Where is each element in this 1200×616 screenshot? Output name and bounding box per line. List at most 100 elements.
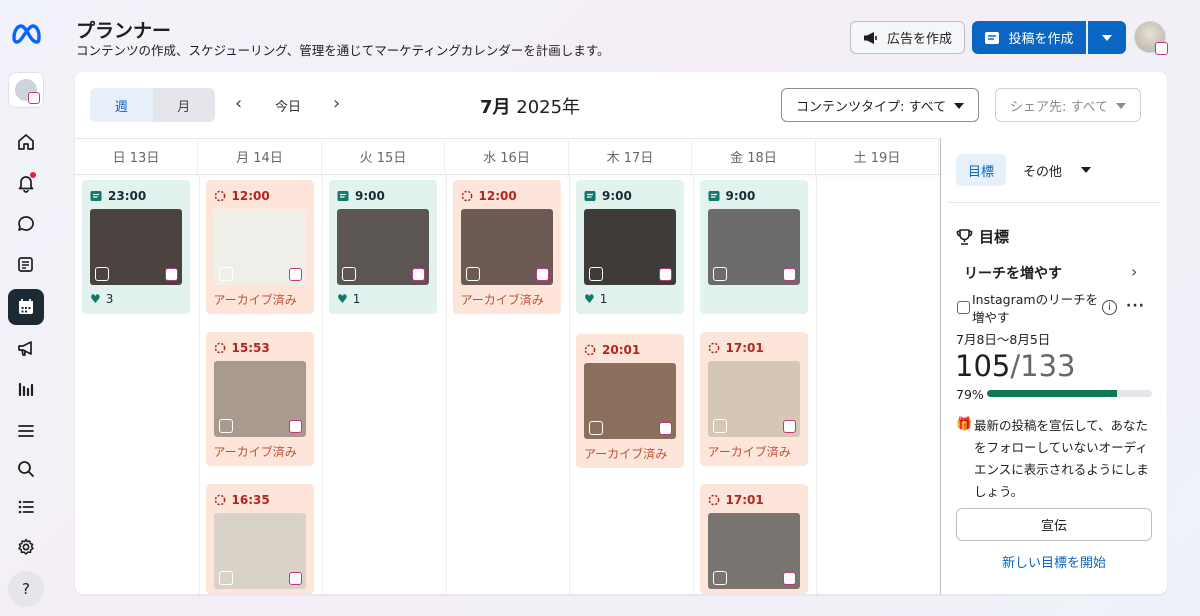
post-icon bbox=[337, 191, 349, 201]
column-line bbox=[569, 174, 570, 594]
archived-icon bbox=[708, 342, 719, 354]
post-status: アーカイブ済み bbox=[707, 445, 791, 459]
start-new-goal-link[interactable]: 新しい目標を開始 bbox=[956, 552, 1152, 571]
scheduled-post[interactable]: 16:35 bbox=[205, 484, 314, 594]
post-time-label: 16:35 bbox=[231, 493, 270, 507]
post-time-label: 17:01 bbox=[725, 493, 764, 507]
previous-week-icon[interactable]: ‹ bbox=[235, 95, 245, 113]
day-header: 火 15日 bbox=[322, 138, 445, 174]
post-thumbnail[interactable] bbox=[213, 513, 306, 589]
scheduled-post[interactable]: 20:01 アーカイブ済み bbox=[576, 334, 684, 468]
instagram-icon bbox=[782, 268, 796, 281]
scheduled-post[interactable]: 17:01 アーカイブ済み bbox=[699, 332, 808, 466]
profile-avatar[interactable] bbox=[1134, 21, 1168, 55]
tab-other[interactable]: その他 bbox=[1023, 154, 1093, 186]
account-switcher[interactable] bbox=[8, 72, 44, 108]
goal-heading: 目標 bbox=[956, 226, 1009, 247]
next-week-icon[interactable]: › bbox=[333, 95, 343, 113]
panel-divider bbox=[940, 138, 941, 594]
likes-count: 1 bbox=[599, 292, 608, 306]
chevron-down-icon bbox=[954, 103, 964, 109]
likes-count: 3 bbox=[105, 292, 114, 306]
tab-goals[interactable]: 目標 bbox=[956, 154, 1006, 186]
bell-icon[interactable] bbox=[8, 165, 44, 201]
post-time-label: 12:00 bbox=[478, 189, 517, 203]
header-divider bbox=[75, 174, 941, 175]
gear-icon[interactable] bbox=[8, 529, 44, 565]
content-type-filter[interactable]: コンテンツタイプ: すべて bbox=[781, 88, 979, 122]
post-time-label: 9:00 bbox=[355, 189, 385, 203]
carousel-icon bbox=[712, 571, 727, 585]
post-thumbnail[interactable] bbox=[707, 209, 800, 285]
content-icon[interactable] bbox=[8, 247, 44, 283]
home-icon[interactable] bbox=[8, 124, 44, 160]
page-title: プランナー bbox=[76, 20, 172, 42]
post-thumbnail[interactable] bbox=[584, 209, 676, 285]
instagram-icon bbox=[288, 268, 302, 281]
goal-heading-label: 目標 bbox=[979, 228, 1010, 246]
goal-dates: 7月8日〜8月5日 bbox=[956, 332, 1051, 347]
instagram-icon bbox=[957, 301, 970, 314]
scheduled-post[interactable]: 12:00 アーカイブ済み bbox=[452, 180, 561, 314]
search-icon[interactable] bbox=[8, 451, 44, 487]
post-thumbnail[interactable] bbox=[213, 361, 306, 437]
instagram-icon bbox=[165, 268, 178, 281]
info-icon[interactable]: i bbox=[1102, 300, 1117, 315]
menu-icon[interactable] bbox=[8, 413, 44, 449]
post-thumbnail[interactable] bbox=[584, 363, 676, 439]
list-icon[interactable] bbox=[8, 489, 44, 525]
instagram-icon bbox=[28, 92, 40, 104]
left-navigation-rail: ? bbox=[0, 0, 52, 616]
instagram-icon bbox=[288, 420, 302, 433]
share-filter[interactable]: シェア先: すべて bbox=[995, 88, 1141, 122]
scheduled-post[interactable]: 9:00 ♥ 1 bbox=[576, 180, 684, 314]
post-time: 12:00 bbox=[214, 189, 270, 203]
post-thumbnail[interactable] bbox=[213, 209, 306, 285]
scheduled-post[interactable]: 17:01 bbox=[699, 484, 808, 594]
scheduled-post[interactable]: 9:00 ♥ 1 bbox=[329, 180, 437, 314]
post-icon bbox=[985, 31, 1000, 44]
promote-button[interactable]: 宣伝 bbox=[956, 508, 1152, 541]
more-options-icon[interactable]: ··· bbox=[1126, 298, 1145, 314]
carousel-icon bbox=[465, 267, 480, 281]
megaphone-icon[interactable] bbox=[8, 330, 44, 366]
instagram-icon bbox=[288, 572, 302, 585]
scheduled-post[interactable]: 12:00 アーカイブ済み bbox=[205, 180, 314, 314]
post-time: 17:01 bbox=[708, 493, 764, 507]
trophy-icon bbox=[956, 228, 973, 245]
insights-icon[interactable] bbox=[8, 371, 44, 407]
post-thumbnail[interactable] bbox=[707, 513, 800, 589]
post-thumbnail[interactable] bbox=[707, 361, 800, 437]
heart-icon: ♥ bbox=[337, 292, 348, 306]
post-thumbnail[interactable] bbox=[460, 209, 553, 285]
scheduled-post[interactable]: 15:53 アーカイブ済み bbox=[205, 332, 314, 466]
create-post-button[interactable]: 投稿を作成 bbox=[972, 21, 1086, 54]
post-status: アーカイブ済み bbox=[460, 293, 544, 307]
chevron-right-icon[interactable]: › bbox=[1131, 262, 1137, 281]
month-view-button[interactable]: 月 bbox=[153, 88, 216, 122]
create-post-dropdown-button[interactable] bbox=[1088, 21, 1126, 54]
meta-logo-icon[interactable] bbox=[10, 22, 42, 46]
promotion-tip: 最新の投稿を宣伝して、あなたをフォローしていないオーディエンスに表示されるように… bbox=[974, 418, 1149, 499]
carousel-icon bbox=[712, 267, 727, 281]
goal-current: 105 bbox=[955, 349, 1011, 383]
heart-icon: ♥ bbox=[584, 292, 595, 306]
scheduled-post[interactable]: 23:00 ♥ 3 bbox=[82, 180, 190, 314]
post-time: 9:00 bbox=[708, 189, 755, 203]
today-button[interactable]: 今日 bbox=[275, 96, 301, 115]
post-time-label: 12:00 bbox=[231, 189, 270, 203]
chat-icon[interactable] bbox=[8, 206, 44, 242]
week-view-button[interactable]: 週 bbox=[90, 88, 153, 122]
goal-name[interactable]: リーチを増やす bbox=[964, 263, 1062, 283]
scheduled-post[interactable]: 9:00 bbox=[699, 180, 808, 314]
create-ad-button[interactable]: 広告を作成 bbox=[850, 21, 965, 54]
calendar-icon[interactable] bbox=[8, 289, 44, 325]
post-thumbnail[interactable] bbox=[90, 209, 182, 285]
archived-icon bbox=[214, 190, 225, 202]
post-thumbnail[interactable] bbox=[337, 209, 429, 285]
post-status: アーカイブ済み bbox=[584, 447, 668, 461]
archived-icon bbox=[461, 190, 472, 202]
archived-icon bbox=[214, 342, 225, 354]
post-time: 17:01 bbox=[708, 341, 764, 355]
help-icon[interactable]: ? bbox=[8, 571, 44, 607]
